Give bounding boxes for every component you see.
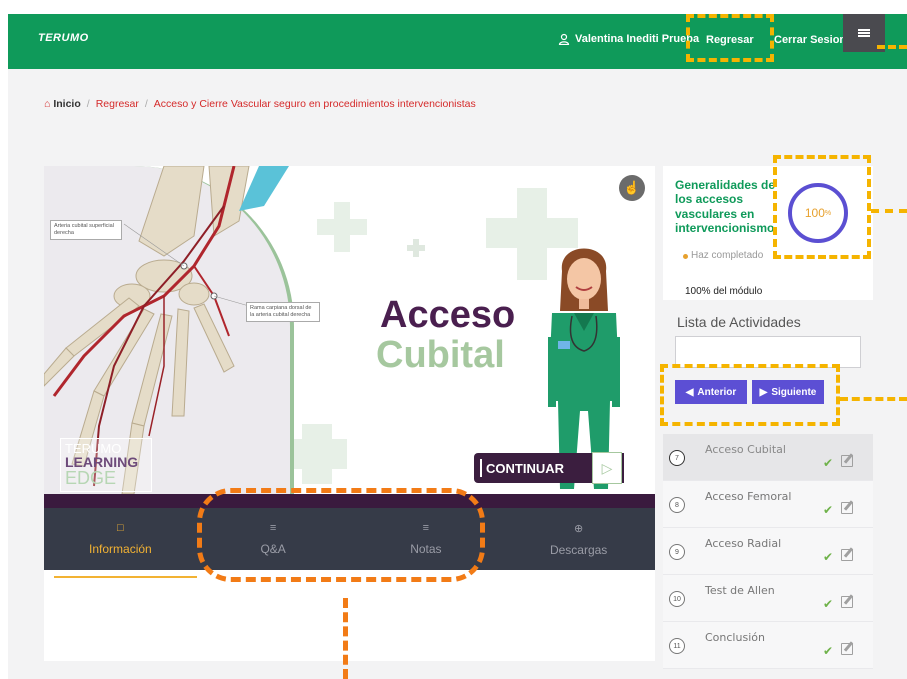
activity-number: 8: [669, 497, 685, 513]
status-text: Haz completado: [691, 250, 764, 261]
activity-number: 9: [669, 544, 685, 560]
status-dot-icon: [683, 254, 688, 259]
activity-item[interactable]: 7 Acceso Cubital ✔: [663, 434, 873, 481]
breadcrumb-separator: /: [144, 98, 148, 110]
check-icon: ✔: [823, 503, 834, 517]
breadcrumb-home-label: Inicio: [53, 98, 81, 110]
logout-link[interactable]: Cerrar Sesion: [774, 34, 846, 46]
breadcrumb-back[interactable]: Regresar: [96, 98, 139, 110]
brand-line-2: LEARNING: [65, 454, 139, 470]
activity-item[interactable]: 8 Acceso Femoral ✔: [663, 481, 873, 528]
breadcrumb-home[interactable]: ⌂ Inicio: [44, 98, 81, 110]
activity-number: 11: [669, 638, 685, 654]
edit-icon[interactable]: [841, 596, 853, 608]
edit-icon[interactable]: [841, 643, 853, 655]
decor-cross: [317, 219, 367, 235]
activity-label: Acceso Cubital: [705, 443, 786, 456]
terumo-learning-edge-logo: TERUMO LEARNING EDGE: [60, 438, 152, 492]
tab-informacion[interactable]: □ Información: [44, 508, 197, 570]
user-icon: [558, 33, 570, 45]
breadcrumb: ⌂ Inicio / Regresar / Acceso y Cierre Vas…: [44, 98, 476, 110]
activity-list: 7 Acceso Cubital ✔ 8 Acceso Femoral ✔ 9 …: [663, 434, 873, 669]
touch-hand-icon[interactable]: ☝: [619, 175, 645, 201]
annotation-tabs: [197, 488, 485, 582]
branch-label: Rama carpiana dorsal de la arteria cubit…: [246, 302, 320, 322]
activities-title: Lista de Actividades: [677, 314, 801, 330]
decor-cross: [287, 439, 347, 469]
active-tab-indicator: [54, 576, 197, 578]
artery-label: Arteria cubital superficial derecha: [50, 220, 122, 240]
activity-label: Acceso Radial: [705, 537, 782, 550]
activity-number: 10: [669, 591, 685, 607]
annotation-regresar: [686, 14, 774, 62]
progress-status: Haz completado: [683, 250, 765, 263]
brand-line-3: EDGE: [65, 468, 117, 488]
hero-title-line1: Acceso: [380, 294, 516, 336]
tab-label: Descargas: [549, 542, 608, 557]
download-icon: ⊕: [574, 522, 584, 535]
check-icon: ✔: [823, 597, 834, 611]
activity-item[interactable]: 9 Acceso Radial ✔: [663, 528, 873, 575]
annotation-line: [343, 598, 348, 679]
annotation-nav-buttons: [660, 364, 840, 426]
edit-icon[interactable]: [841, 455, 853, 467]
terumo-logo[interactable]: TERUMO: [38, 32, 89, 44]
breadcrumb-separator: /: [86, 98, 90, 110]
check-icon: ✔: [823, 550, 834, 564]
activity-label: Acceso Femoral: [705, 490, 792, 503]
tab-label: Información: [89, 542, 152, 556]
play-icon[interactable]: ▷: [592, 452, 622, 484]
edit-icon[interactable]: [841, 502, 853, 514]
annotation-line: [877, 45, 907, 49]
annotation-line: [871, 209, 907, 213]
annotation-line: [840, 397, 907, 401]
edit-icon[interactable]: [841, 549, 853, 561]
hero-title-line2: Cubital: [376, 334, 505, 376]
decor-cross: [407, 245, 425, 251]
activity-item[interactable]: 11 Conclusión ✔: [663, 622, 873, 669]
activity-label: Conclusión: [705, 631, 765, 644]
hamburger-icon: [858, 29, 870, 37]
user-menu[interactable]: Valentina Inediti Prueba: [558, 33, 699, 45]
activity-number: 7: [669, 450, 685, 466]
check-icon: ✔: [823, 456, 834, 470]
module-percent: 100% del módulo: [685, 286, 763, 297]
lesson-card: Arteria cubital superficial derecha Rama…: [44, 166, 655, 661]
breadcrumb-current[interactable]: Acceso y Cierre Vascular seguro en proce…: [154, 98, 476, 110]
activity-label: Test de Allen: [705, 584, 775, 597]
activity-item[interactable]: 10 Test de Allen ✔: [663, 575, 873, 622]
check-icon: ✔: [823, 644, 834, 658]
annotation-progress: [773, 155, 871, 259]
module-title: Generalidades de los accesos vasculares …: [675, 178, 776, 236]
document-icon: □: [117, 522, 124, 534]
home-icon: ⌂: [44, 98, 51, 110]
user-name: Valentina Inediti Prueba: [575, 33, 700, 45]
lesson-video[interactable]: Arteria cubital superficial derecha Rama…: [44, 166, 655, 494]
tab-descargas[interactable]: ⊕ Descargas: [502, 508, 655, 570]
